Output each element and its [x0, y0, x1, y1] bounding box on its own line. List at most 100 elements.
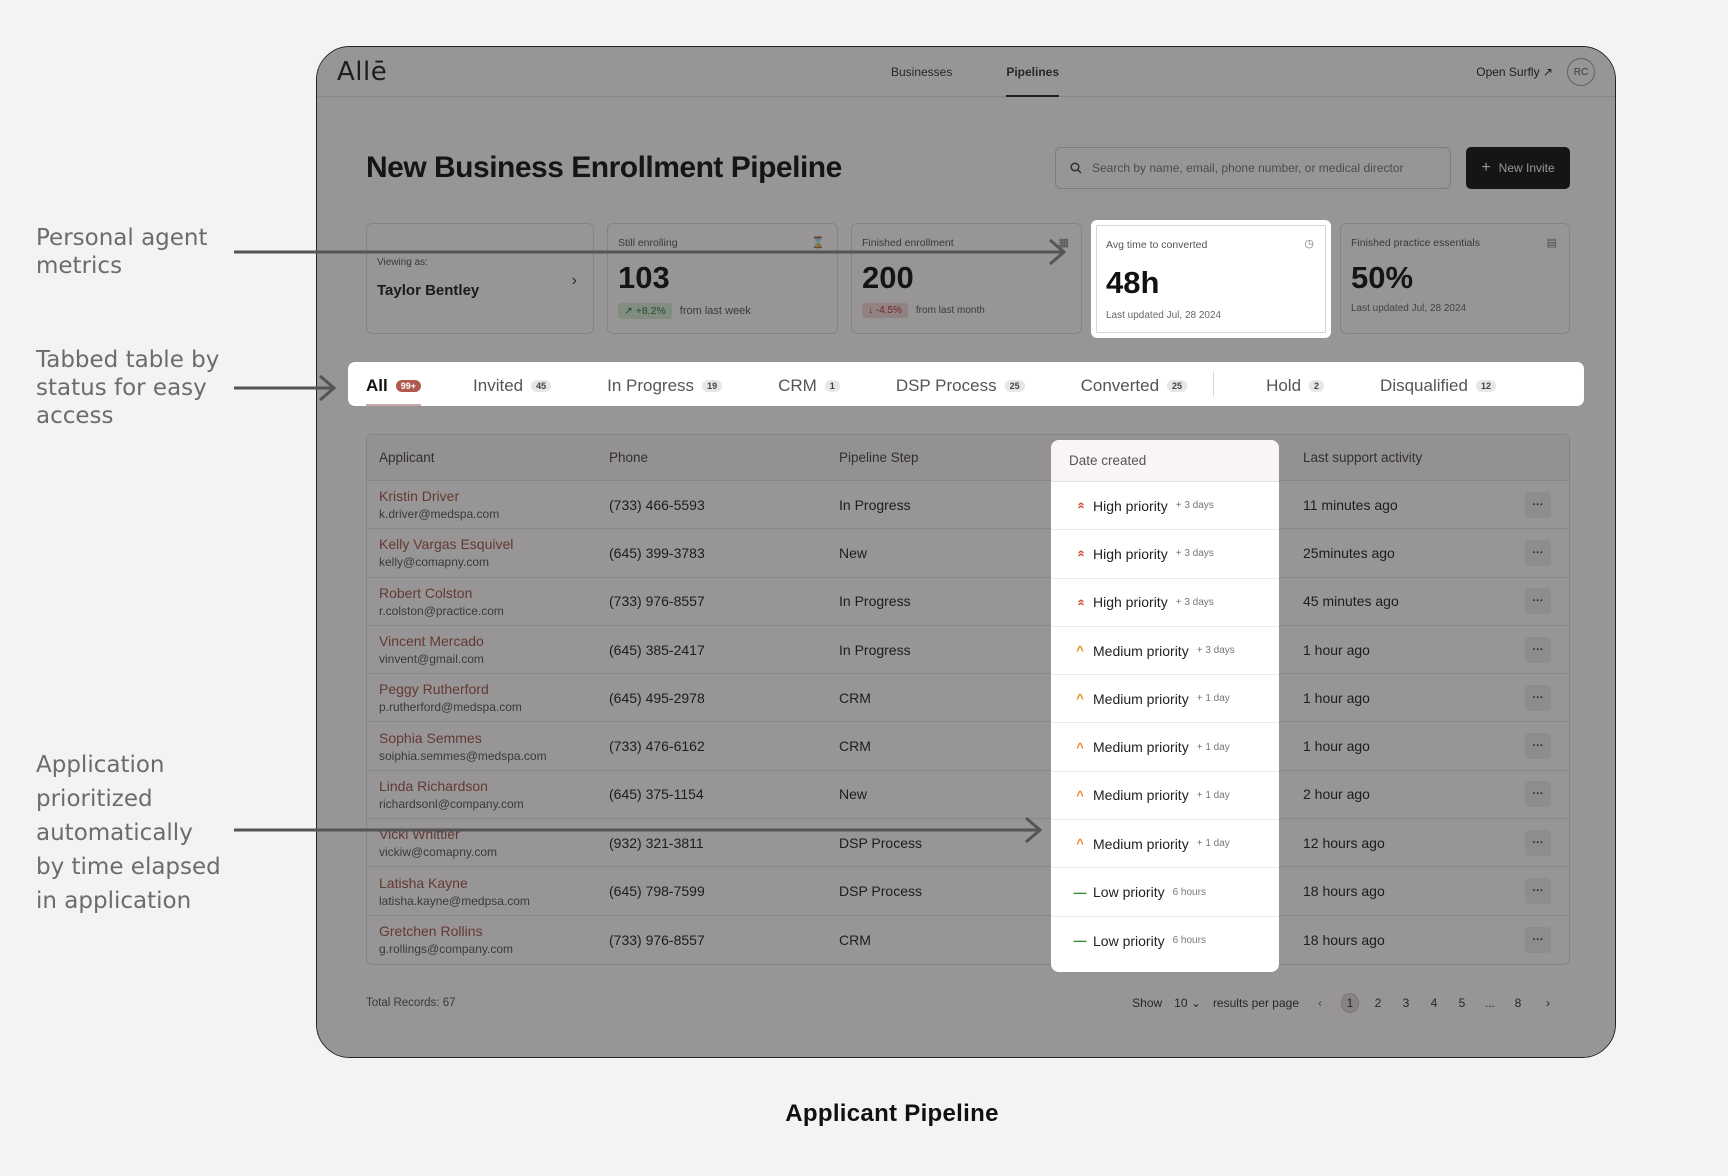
search-box[interactable] — [1055, 147, 1451, 189]
tab-crm[interactable]: CRM 1 — [778, 362, 840, 406]
page-number[interactable]: 2 — [1369, 993, 1387, 1013]
applicant-name[interactable]: Kelly Vargas Esquivel — [379, 536, 597, 552]
applicant-cell[interactable]: Linda Richardson richardsonl@company.com — [367, 778, 597, 811]
table-row[interactable]: Latisha Kayne latisha.kayne@medpsa.com (64… — [367, 867, 1569, 916]
per-page-suffix: results per page — [1212, 996, 1299, 1010]
tab-converted[interactable]: Converted 25 — [1081, 362, 1188, 406]
page-number[interactable]: 3 — [1397, 993, 1415, 1013]
page-title: New Business Enrollment Pipeline — [366, 151, 842, 184]
applicant-cell[interactable]: Gretchen Rollins g.rollings@company.com — [367, 923, 597, 956]
table-row[interactable]: Kelly Vargas Esquivel kelly@comapny.com (6… — [367, 529, 1569, 578]
table-row[interactable]: Sophia Semmes soiphia.semmes@medspa.com (7… — [367, 722, 1569, 771]
applicant-email: kelly@comapny.com — [379, 555, 489, 570]
priority-label: High priority — [1093, 497, 1168, 514]
applicant-cell[interactable]: Vincent Mercado vinvent@gmail.com — [367, 633, 597, 666]
more-actions-button[interactable]: ··· — [1525, 829, 1551, 856]
tab-disqualified[interactable]: Disqualified 12 — [1380, 362, 1496, 406]
viewing-label: Viewing as: — [377, 257, 428, 268]
tab-label: DSP Process — [895, 376, 997, 395]
table-row[interactable]: Vincent Mercado vinvent@gmail.com (645) 38… — [367, 626, 1569, 675]
metric-finished-enrollment: Finished enrollment ▦ 200 ↓ -4.5% from l… — [851, 223, 1082, 334]
page-number[interactable]: 8 — [1509, 993, 1527, 1013]
applicant-cell[interactable]: Vicki Whittier vickiw@comapny.com — [367, 826, 597, 859]
tab-in-progress[interactable]: In Progress 19 — [607, 362, 723, 406]
phone-cell: (645) 798-7599 — [609, 883, 705, 900]
column-date-created[interactable]: Date created — [1051, 440, 1279, 482]
applicant-cell[interactable]: Kelly Vargas Esquivel kelly@comapny.com — [367, 536, 597, 569]
applicant-name[interactable]: Robert Colston — [379, 585, 597, 601]
applicant-email: k.driver@medspa.com — [379, 507, 500, 522]
tab-label: Disqualified — [1380, 376, 1468, 395]
applicant-email: latisha.kayne@medpsa.com — [379, 893, 530, 908]
applicant-name[interactable]: Kristin Driver — [379, 488, 597, 504]
table-row[interactable]: Kristin Driver k.driver@medspa.com (733) 4… — [367, 481, 1569, 530]
metric-foot: from last week — [679, 305, 751, 317]
nav-pipelines[interactable]: Pipelines — [1006, 47, 1060, 97]
next-page-icon[interactable]: › — [1539, 993, 1557, 1013]
open-surfly-link[interactable]: Open Surfly ↗ — [1476, 65, 1553, 79]
more-actions-button[interactable]: ··· — [1525, 684, 1551, 711]
metric-value: 103 — [618, 260, 670, 295]
table-row[interactable]: Vicki Whittier vickiw@comapny.com (932) 32… — [367, 819, 1569, 868]
more-actions-button[interactable]: ··· — [1525, 781, 1551, 808]
column-applicant[interactable]: Applicant — [367, 450, 597, 465]
applicant-cell[interactable]: Peggy Rutherford p.rutherford@medspa.com — [367, 681, 597, 714]
viewing-as-card[interactable]: Viewing as: Taylor Bentley › — [366, 223, 594, 334]
column-pipeline-step[interactable]: Pipeline Step — [827, 450, 1057, 465]
avatar[interactable]: RC — [1567, 58, 1595, 86]
new-invite-button[interactable]: + New Invite — [1466, 147, 1570, 189]
applicant-cell[interactable]: Kristin Driver k.driver@medspa.com — [367, 488, 597, 521]
table-row[interactable]: Linda Richardson richardsonl@company.com (… — [367, 771, 1569, 820]
applicant-name[interactable]: Vincent Mercado — [379, 633, 597, 649]
more-actions-button[interactable]: ··· — [1525, 926, 1551, 953]
table-row[interactable]: Robert Colston r.colston@practice.com (733… — [367, 578, 1569, 626]
elapsed-time: + 3 days — [1175, 500, 1214, 512]
tab-dsp-process[interactable]: DSP Process 25 — [896, 362, 1025, 406]
more-actions-button[interactable]: ··· — [1525, 588, 1551, 615]
last-activity-cell: 1 hour ago — [1303, 641, 1370, 658]
nav-businesses[interactable]: Businesses — [891, 47, 952, 97]
tab-invited[interactable]: Invited 45 — [473, 362, 552, 406]
column-phone[interactable]: Phone — [597, 450, 827, 465]
table-row[interactable]: Peggy Rutherford p.rutherford@medspa.com (… — [367, 674, 1569, 723]
applicant-name[interactable]: Sophia Semmes — [379, 730, 597, 746]
new-invite-label: New Invite — [1498, 161, 1555, 175]
page-number[interactable]: 5 — [1453, 993, 1471, 1013]
applicant-cell[interactable]: Sophia Semmes soiphia.semmes@medspa.com — [367, 730, 597, 763]
applicant-name[interactable]: Latisha Kayne — [379, 875, 597, 891]
applicant-name[interactable]: Vicki Whittier — [379, 826, 597, 842]
more-actions-button[interactable]: ··· — [1525, 636, 1551, 663]
tab-hold[interactable]: Hold 2 — [1266, 362, 1325, 406]
applicant-name[interactable]: Linda Richardson — [379, 778, 597, 794]
table-row[interactable]: Gretchen Rollins g.rollings@company.com (7… — [367, 916, 1569, 964]
search-input[interactable] — [1092, 161, 1432, 175]
page-number[interactable]: 1 — [1341, 993, 1359, 1013]
priority-cell: ^ Medium priority + 1 day — [1051, 723, 1279, 772]
applicant-cell[interactable]: Robert Colston r.colston@practice.com — [367, 585, 597, 618]
phone-cell: (645) 495-2978 — [609, 689, 705, 706]
more-actions-button[interactable]: ··· — [1525, 733, 1551, 760]
annotation-priority: Application prioritized automatically by… — [36, 752, 221, 914]
priority-cell: ^ Medium priority + 3 days — [1051, 627, 1279, 676]
last-activity-cell: 18 hours ago — [1303, 931, 1385, 948]
more-actions-button[interactable]: ··· — [1525, 539, 1551, 566]
show-label: Show — [1132, 996, 1163, 1010]
elapsed-time: + 3 days — [1196, 645, 1235, 657]
more-actions-button[interactable]: ··· — [1525, 491, 1551, 518]
chevron-up-icon: ^ — [1076, 787, 1084, 803]
priority-cell: » High priority + 3 days — [1051, 482, 1279, 531]
tab-all[interactable]: All 99+ — [366, 362, 422, 406]
metric-label: Finished practice essentials — [1351, 237, 1480, 249]
column-last-support-activity[interactable]: Last support activity — [1285, 450, 1525, 465]
date-created-column: Date created » High priority + 3 days » High… — [1051, 440, 1279, 972]
date-created-cells: » High priority + 3 days » High priority + 3 … — [1051, 482, 1279, 965]
double-chevron-up-icon: » — [1072, 550, 1088, 558]
per-page-select[interactable]: 10 ⌄ — [1174, 996, 1201, 1010]
more-actions-button[interactable]: ··· — [1525, 878, 1551, 905]
applicant-name[interactable]: Gretchen Rollins — [379, 923, 597, 939]
priority-label: Medium priority — [1093, 787, 1189, 804]
applicant-name[interactable]: Peggy Rutherford — [379, 681, 597, 697]
applicant-cell[interactable]: Latisha Kayne latisha.kayne@medpsa.com — [367, 875, 597, 908]
page-number[interactable]: 4 — [1425, 993, 1443, 1013]
prev-page-icon[interactable]: ‹ — [1311, 993, 1329, 1013]
